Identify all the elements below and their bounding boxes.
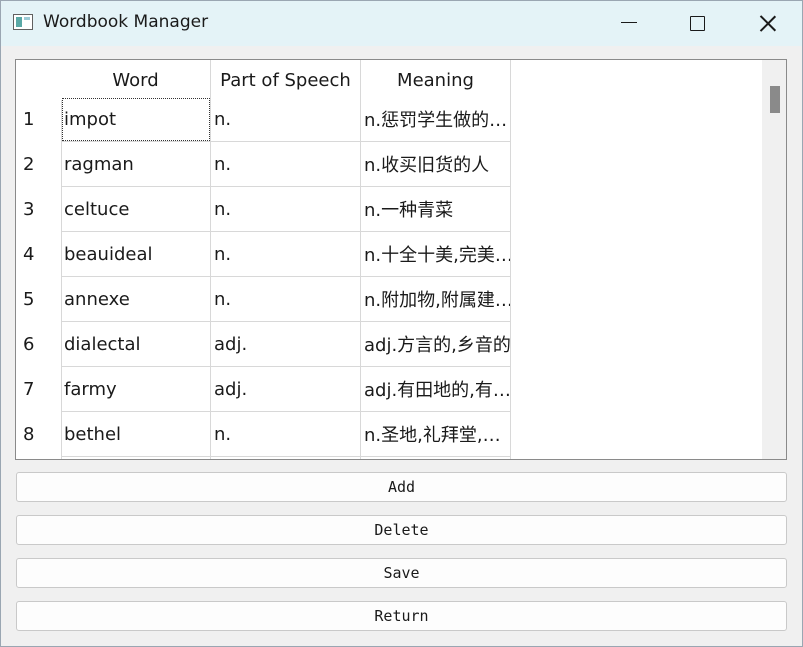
cell-word[interactable] [61, 457, 211, 459]
word-table[interactable]: Word Part of Speech Meaning 1 impot n. n… [15, 59, 787, 460]
cell-meaning[interactable]: adj.有田地的,有… [361, 367, 511, 412]
app-icon [13, 14, 33, 30]
row-number[interactable]: 5 [16, 277, 61, 322]
cell-meaning[interactable]: n.收买旧货的人 [361, 142, 511, 187]
scrollbar-thumb[interactable] [770, 86, 780, 113]
cell-part-of-speech[interactable]: n. [211, 187, 361, 232]
cell-meaning[interactable]: n.惩罚学生做的… [361, 97, 511, 142]
close-icon [759, 15, 776, 32]
cell-part-of-speech[interactable]: n. [211, 97, 361, 142]
cell-part-of-speech[interactable]: adj. [211, 322, 361, 367]
column-header-part-of-speech[interactable]: Part of Speech [211, 60, 361, 100]
cell-meaning[interactable]: n.十全十美,完美… [361, 232, 511, 277]
title-bar[interactable]: Wordbook Manager [1, 1, 802, 46]
window-title: Wordbook Manager [43, 12, 209, 32]
cell-word[interactable]: impot [61, 97, 211, 142]
cell-word[interactable]: beauideal [61, 232, 211, 277]
add-button[interactable]: Add [16, 472, 787, 502]
cell-word[interactable]: farmy [61, 367, 211, 412]
return-button[interactable]: Return [16, 601, 787, 631]
column-header-word[interactable]: Word [61, 60, 211, 100]
cell-word[interactable]: bethel [61, 412, 211, 457]
maximize-button[interactable] [664, 1, 730, 46]
cell-meaning[interactable]: adj.方言的,乡音的 [361, 322, 511, 367]
main-window: Wordbook Manager Word Part of Speech Mea… [0, 0, 803, 647]
column-header-meaning[interactable]: Meaning [361, 60, 511, 100]
row-number[interactable]: 8 [16, 412, 61, 457]
minimize-icon [621, 22, 637, 23]
cell-word[interactable]: celtuce [61, 187, 211, 232]
table-corner-button[interactable] [16, 60, 61, 100]
cell-word[interactable]: dialectal [61, 322, 211, 367]
row-number[interactable]: 6 [16, 322, 61, 367]
close-button[interactable] [734, 1, 800, 46]
cell-part-of-speech[interactable] [211, 457, 361, 459]
row-number[interactable]: 3 [16, 187, 61, 232]
cell-meaning[interactable] [361, 457, 511, 459]
cell-part-of-speech[interactable]: n. [211, 277, 361, 322]
cell-part-of-speech[interactable]: adj. [211, 367, 361, 412]
vertical-scrollbar[interactable] [762, 60, 786, 459]
cell-word[interactable]: ragman [61, 142, 211, 187]
cell-meaning[interactable]: n.圣地,礼拜堂,… [361, 412, 511, 457]
row-number[interactable]: 2 [16, 142, 61, 187]
minimize-button[interactable] [596, 1, 662, 46]
cell-part-of-speech[interactable]: n. [211, 412, 361, 457]
maximize-icon [689, 16, 705, 31]
cell-part-of-speech[interactable]: n. [211, 232, 361, 277]
cell-meaning[interactable]: n.附加物,附属建… [361, 277, 511, 322]
save-button[interactable]: Save [16, 558, 787, 588]
row-number[interactable]: 7 [16, 367, 61, 412]
delete-button[interactable]: Delete [16, 515, 787, 545]
row-number[interactable]: 4 [16, 232, 61, 277]
cell-part-of-speech[interactable]: n. [211, 142, 361, 187]
cell-word[interactable]: annexe [61, 277, 211, 322]
cell-meaning[interactable]: n.一种青菜 [361, 187, 511, 232]
row-number[interactable]: 1 [16, 97, 61, 142]
